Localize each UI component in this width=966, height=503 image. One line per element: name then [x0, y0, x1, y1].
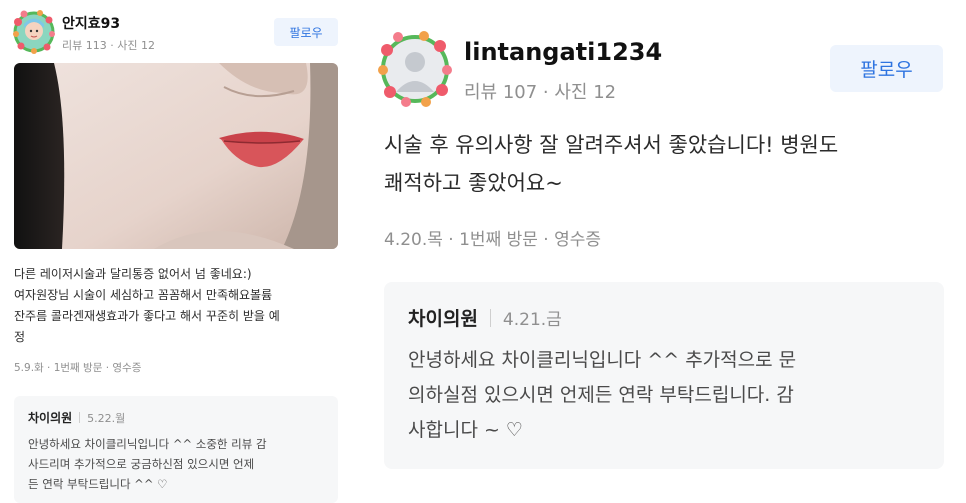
flower-wreath-icon — [13, 10, 55, 54]
review-text-line: 여자원장님 시술이 세심하고 꼼꼼해서 만족해요볼륨 — [14, 288, 273, 302]
divider — [79, 412, 81, 423]
reply-text-line: 사합니다 ~ ♡ — [408, 419, 523, 441]
visit-meta: 5.9.화 · 1번째 방문 · 영수증 — [14, 362, 142, 374]
reply-date: 5.22.월 — [87, 412, 126, 425]
user-name[interactable]: 안지효93 — [62, 13, 120, 33]
divider — [489, 309, 491, 327]
reply-author: 차이의원 — [28, 411, 73, 425]
review-card-left: 안지효93 리뷰 113 · 사진 12 팔로우 다른 레이저시술과 달리통증 … — [0, 0, 352, 503]
reply-author: 차이의원 — [408, 308, 478, 330]
reply-date: 4.21.금 — [502, 310, 562, 330]
reply-text-line: 의하실점 있으시면 언제든 연락 부탁드립니다. 감 — [408, 384, 794, 406]
reply-text: 안녕하세요 차이클리닉입니다 ^^ 소중한 리뷰 감 사드리며 추가적으로 궁금… — [28, 434, 324, 494]
review-card-right: lintangati1234 리뷰 107 · 사진 12 팔로우 시술 후 유… — [366, 0, 966, 503]
review-text-line: 쾌적하고 좋았어요~ — [384, 171, 563, 195]
reply-text-line: 든 연락 부탁드립니다 ^^ ♡ — [28, 477, 168, 491]
follow-button[interactable]: 팔로우 — [274, 18, 338, 46]
avatar[interactable] — [12, 10, 56, 54]
review-text-line: 잔주름 콜라겐재생효과가 좋다고 해서 꾸준히 받을 예 — [14, 309, 280, 323]
review-text: 다른 레이저시술과 달리통증 없어서 넘 좋네요:) 여자원장님 시술이 세심하… — [14, 264, 346, 348]
default-profile-icon — [378, 31, 452, 107]
review-text-line: 시술 후 유의사항 잘 알려주셔서 좋았습니다! 병원도 — [384, 133, 839, 157]
owner-reply: 차이의원 5.22.월 안녕하세요 차이클리닉입니다 ^^ 소중한 리뷰 감 사드… — [14, 396, 338, 503]
review-photo[interactable] — [14, 63, 338, 249]
review-text: 시술 후 유의사항 잘 알려주셔서 좋았습니다! 병원도 쾌적하고 좋았어요~ — [384, 126, 944, 202]
reply-header: 차이의원 4.21.금 — [408, 304, 920, 335]
user-stats: 리뷰 113 · 사진 12 — [62, 39, 155, 52]
review-text-line: 다른 레이저시술과 달리통증 없어서 넘 좋네요:) — [14, 267, 252, 281]
follow-button[interactable]: 팔로우 — [830, 45, 943, 92]
review-text-line: 정 — [14, 330, 26, 344]
reply-text-line: 사드리며 추가적으로 궁금하신점 있으시면 언제 — [28, 457, 255, 471]
visit-meta: 4.20.목 · 1번째 방문 · 영수증 — [384, 230, 602, 250]
reply-text: 안녕하세요 차이클리닉입니다 ^^ 추가적으로 문 의하실점 있으시면 언제든 … — [408, 343, 920, 448]
reply-text-line: 안녕하세요 차이클리닉입니다 ^^ 추가적으로 문 — [408, 349, 797, 371]
user-name[interactable]: lintangati1234 — [464, 38, 662, 66]
user-stats: 리뷰 107 · 사진 12 — [464, 82, 617, 103]
face-closeup-photo — [14, 63, 338, 249]
owner-reply: 차이의원 4.21.금 안녕하세요 차이클리닉입니다 ^^ 추가적으로 문 의하실… — [384, 282, 944, 469]
avatar[interactable] — [376, 30, 454, 108]
reply-text-line: 안녕하세요 차이클리닉입니다 ^^ 소중한 리뷰 감 — [28, 437, 267, 451]
reply-header: 차이의원 5.22.월 — [28, 409, 324, 428]
